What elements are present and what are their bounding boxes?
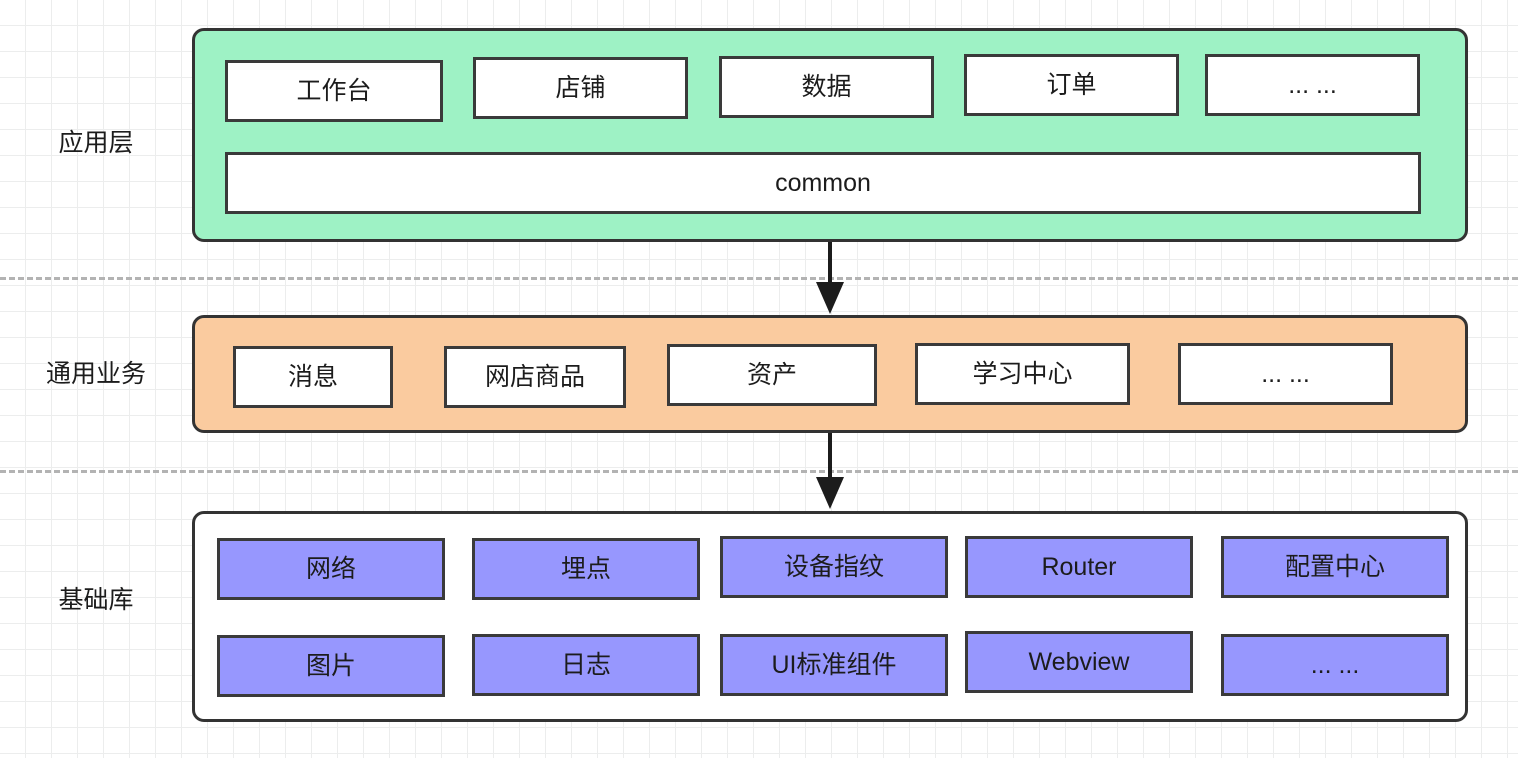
- business-cell-assets[interactable]: 资产: [667, 344, 877, 406]
- base-cell-tracking[interactable]: 埋点: [472, 538, 700, 600]
- business-cell-message[interactable]: 消息: [233, 346, 393, 408]
- separator-app-business: [0, 277, 1518, 280]
- base-cell-log[interactable]: 日志: [472, 634, 700, 696]
- app-cell-common[interactable]: common: [225, 152, 1421, 214]
- diagram-canvas: 应用层 工作台 店铺 数据 订单 ... ... common 通用业务 消息 …: [0, 0, 1518, 758]
- arrow-app-to-business: [813, 242, 847, 315]
- layer-label-common-business: 通用业务: [45, 360, 146, 388]
- app-cell-shop[interactable]: 店铺: [473, 57, 688, 119]
- arrow-business-to-base: [813, 433, 847, 511]
- app-cell-data[interactable]: 数据: [719, 56, 934, 118]
- app-cell-order[interactable]: 订单: [964, 54, 1179, 116]
- base-cell-image[interactable]: 图片: [217, 635, 445, 697]
- base-cell-config-center[interactable]: 配置中心: [1221, 536, 1449, 598]
- layer-band-base-library: 网络 埋点 设备指纹 Router 配置中心 图片 日志 UI标准组件 Webv…: [192, 511, 1468, 722]
- layer-band-application: 工作台 店铺 数据 订单 ... ... common: [192, 28, 1468, 242]
- layer-label-base-library: 基础库: [58, 586, 134, 614]
- business-cell-more[interactable]: ... ...: [1178, 343, 1393, 405]
- base-cell-more[interactable]: ... ...: [1221, 634, 1449, 696]
- layer-band-common-business: 消息 网店商品 资产 学习中心 ... ...: [192, 315, 1468, 433]
- base-cell-device-fingerprint[interactable]: 设备指纹: [720, 536, 948, 598]
- base-cell-ui-standard-components[interactable]: UI标准组件: [720, 634, 948, 696]
- separator-business-base: [0, 470, 1518, 473]
- app-cell-workbench[interactable]: 工作台: [225, 60, 443, 122]
- base-cell-router[interactable]: Router: [965, 536, 1193, 598]
- app-cell-more[interactable]: ... ...: [1205, 54, 1420, 116]
- business-cell-learning-center[interactable]: 学习中心: [915, 343, 1130, 405]
- base-cell-webview[interactable]: Webview: [965, 631, 1193, 693]
- layer-label-application: 应用层: [58, 129, 134, 157]
- business-cell-online-shop-goods[interactable]: 网店商品: [444, 346, 626, 408]
- base-cell-network[interactable]: 网络: [217, 538, 445, 600]
